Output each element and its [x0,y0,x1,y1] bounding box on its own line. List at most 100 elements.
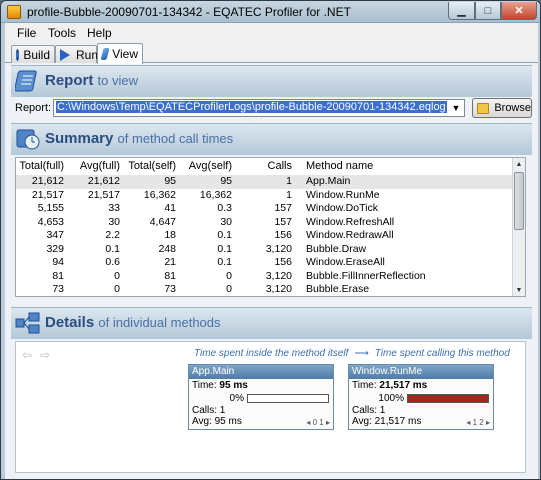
time-bar-fill [408,395,488,402]
cell-calls: 3,120 [265,269,292,282]
minimize-button[interactable]: ▁ [448,2,475,20]
tab-run[interactable]: Run [55,45,98,63]
dropdown-arrow-icon[interactable]: ▼ [448,100,464,116]
cell-avg-full: 30 [108,215,120,228]
report-row: Report: C:\Windows\Temp\EQATECProfilerLo… [13,97,534,119]
cell-calls: 157 [274,202,292,214]
window-title: profile-Bubble-20090701-134342 - EQATEC … [27,5,351,19]
col-avg-self[interactable]: Avg(self) [180,158,236,175]
cell-method-name: Window.RefreshAll [306,215,395,228]
time-bar [247,394,329,403]
legend-self-time: Time spent inside the method itself [194,348,349,359]
card-nav[interactable]: ◂ 0 1 ▸ [306,418,330,427]
maximize-icon: □ [484,4,492,17]
col-total-self[interactable]: Total(self) [124,158,180,175]
cell-avg-full: 33 [108,202,120,214]
menu-file[interactable]: File [17,26,36,40]
table-row[interactable]: 73 0 73 0 3,120 Bubble.Erase [16,283,513,296]
time-bar [407,394,489,403]
table-row[interactable]: 21,517 21,517 16,362 16,362 1 Window.Run… [16,189,513,203]
cell-total-self: 73 [164,283,176,295]
report-section-header: Report to view [11,65,532,97]
view-icon [100,48,110,60]
title-bar[interactable]: profile-Bubble-20090701-134342 - EQATEC … [1,1,540,23]
table-row[interactable]: 94 0.6 21 0.1 156 Window.EraseAll [16,256,513,270]
legend-call-time: Time spent calling this method [374,348,510,359]
table-scrollbar[interactable]: ▲ ▼ [512,158,525,296]
table-row[interactable]: 329 0.1 248 0.1 3,120 Bubble.Draw [16,243,513,257]
maximize-button[interactable]: □ [475,2,501,20]
method-card-window-runme[interactable]: Window.RunMe Time: 21,517 ms 100% Calls:… [348,364,494,430]
menu-help[interactable]: Help [87,26,112,40]
table-row[interactable]: 5,155 33 41 0.3 157 Window.DoTick [16,202,513,216]
report-heading: Report to view [45,72,138,89]
forward-arrow-icon[interactable]: ⇨ [40,348,54,362]
report-path-value: C:\Windows\Temp\EQATECProfilerLogs\profi… [56,101,447,113]
cell-method-name: App.Main [306,175,351,187]
method-card-app-main[interactable]: App.Main Time: 95 ms 0% Calls: 1 Avg: 95… [188,364,334,430]
cell-total-self: 18 [164,229,176,241]
col-total-full[interactable]: Total(full) [16,158,68,175]
close-button[interactable]: ✕ [501,2,537,20]
table-row[interactable]: 4,653 30 4,647 30 157 Window.RefreshAll [16,216,513,230]
tab-view-label: View [112,47,138,61]
cell-avg-full: 21,517 [87,188,120,201]
cell-calls: 1 [286,188,292,201]
cell-method-name: Window.EraseAll [306,256,385,268]
time-value: 21,517 ms [379,380,428,391]
cell-avg-full: 0 [114,283,120,295]
browse-button[interactable]: Browse [472,98,532,118]
back-arrow-icon[interactable]: ⇦ [22,348,36,362]
view-panel: Report to view Report: C:\Windows\Temp\E… [5,63,538,479]
cell-avg-full: 21,612 [87,175,120,187]
cell-avg-self: 0.1 [217,229,232,241]
summary-heading: Summary of method call times [45,130,234,147]
tab-view[interactable]: View [97,43,143,64]
col-calls[interactable]: Calls [236,158,296,175]
cell-method-name: Bubble.Draw [306,242,367,255]
table-row[interactable]: 347 2.2 18 0.1 156 Window.RedrawAll [16,229,513,243]
menu-tools[interactable]: Tools [48,26,76,40]
tab-build-label: Build [23,47,50,62]
tab-build[interactable]: Build [11,45,55,63]
scroll-up-icon[interactable]: ▲ [513,158,525,170]
calls-line: Calls: 1 [352,405,386,416]
summary-section-header: Summary of method call times [11,123,532,155]
method-summary-table: Total(full) Avg(full) Total(self) Avg(se… [15,157,526,297]
minimize-icon: ▁ [457,5,466,17]
scroll-thumb[interactable] [514,172,524,230]
cell-total-full: 5,155 [37,202,64,214]
cell-total-full: 94 [52,256,64,268]
cell-total-self: 16,362 [143,188,176,201]
app-icon [7,5,21,19]
run-icon [60,48,70,61]
details-heading: Details of individual methods [45,314,221,331]
cell-total-full: 347 [46,229,64,241]
col-avg-full[interactable]: Avg(full) [68,158,124,175]
cell-avg-self: 0.1 [217,256,232,268]
cell-avg-self: 30 [220,215,232,228]
details-section-header: Details of individual methods [11,307,532,339]
table-row[interactable]: 81 0 81 0 3,120 Bubble.FillInnerReflecti… [16,270,513,284]
calls-line: Calls: 1 [192,405,226,416]
cell-total-full: 21,612 [31,175,64,187]
report-label: Report: [15,102,52,114]
cell-total-full: 73 [52,283,64,295]
cell-avg-full: 0 [114,269,120,282]
cell-total-full: 4,653 [37,215,64,228]
details-icon [15,312,40,334]
clock-icon [16,129,40,150]
cell-total-self: 95 [164,175,176,187]
time-line: Time: 21,517 ms [352,380,428,391]
details-canvas: ⇦ ⇨ Time spent inside the method itself ⟶… [15,341,526,473]
app-window: profile-Bubble-20090701-134342 - EQATEC … [0,0,541,480]
table-row[interactable]: 21,612 21,612 95 95 1 App.Main [16,175,513,189]
report-path-combobox[interactable]: C:\Windows\Temp\EQATECProfilerLogs\profi… [53,99,465,117]
col-method-name[interactable]: Method name [296,158,513,175]
tab-bar: Build Run View [5,43,538,64]
cell-total-self: 248 [158,242,176,255]
table-header: Total(full) Avg(full) Total(self) Avg(se… [16,158,513,175]
menu-bar: File Tools Help [5,23,538,43]
card-nav[interactable]: ◂ 1 2 ▸ [466,418,490,427]
scroll-down-icon[interactable]: ▼ [513,284,525,296]
